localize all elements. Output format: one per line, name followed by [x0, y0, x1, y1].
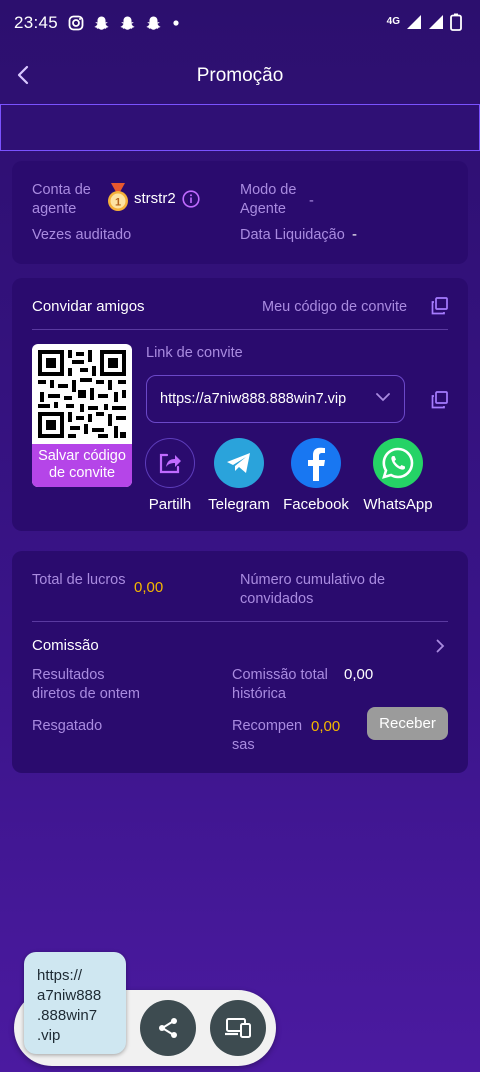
share-nodes-icon [159, 1018, 177, 1038]
qr-code-image [38, 350, 126, 438]
status-bar: 23:45 4G [0, 0, 480, 46]
snapchat-icon [94, 16, 109, 30]
network-type: 4G [386, 16, 400, 27]
signal-icon [429, 15, 443, 29]
invite-title: Convidar amigos [32, 298, 145, 315]
signal-icon [407, 15, 421, 29]
banner-area [0, 104, 480, 151]
receive-button[interactable]: Receber [367, 707, 448, 740]
battery-icon [450, 13, 462, 31]
whatsapp-icon [373, 438, 423, 488]
direct-results-label: Resultados diretos de ontem [32, 667, 141, 702]
share-option-telegram[interactable]: Telegram [200, 438, 278, 513]
copy-icon[interactable] [431, 297, 449, 315]
snapchat-icon [120, 16, 135, 30]
page-title: Promoção [196, 65, 284, 86]
facebook-icon [291, 438, 341, 488]
settlement-date-value: - [352, 226, 357, 243]
clipboard-preview[interactable]: https:// a7niw888 .888win7 .vip [24, 952, 126, 1054]
agent-account-label: Conta de agente [32, 182, 91, 217]
chevron-down-icon [376, 393, 390, 402]
share-option-label: Facebook [283, 496, 349, 513]
svg-text:1: 1 [115, 197, 121, 209]
invite-link-value: https://a7niw888.888win7.vip [160, 391, 347, 407]
app-header: Promoção [0, 50, 480, 102]
rewards-label: Recompen sas [232, 718, 303, 753]
agent-info-card: Conta de agente 1 strstr2 Modo de Agente… [12, 161, 468, 264]
commission-row[interactable]: Comissão [12, 626, 468, 664]
info-icon[interactable] [182, 190, 200, 208]
total-profit-label: Total de lucros [32, 572, 126, 588]
share-option-partilh[interactable]: Partilh [131, 438, 209, 513]
status-time: 23:45 [14, 13, 59, 32]
audited-count-label: Vezes auditado [32, 227, 132, 243]
commission-label: Comissão [32, 637, 99, 654]
agent-mode-label: Modo de Agente [240, 182, 297, 217]
rewards-value: 0,00 [311, 718, 341, 735]
qr-code-box: Salvar código de convite [32, 344, 132, 487]
share-fab-button[interactable] [140, 1000, 196, 1056]
agent-name: strstr2 [134, 190, 176, 207]
share-option-label: Partilh [148, 496, 192, 513]
telegram-icon [214, 438, 264, 488]
cumulative-invites-label: Número cumulativo de convidados [240, 572, 386, 607]
total-commission-label: Comissão total histórica [232, 667, 328, 702]
copy-link-icon[interactable] [431, 391, 449, 409]
save-qr-button[interactable]: Salvar código de convite [32, 444, 132, 487]
share-option-facebook[interactable]: Facebook [277, 438, 355, 513]
agent-mode-value: - [309, 193, 314, 209]
invite-link-select[interactable]: https://a7niw888.888win7.vip [146, 375, 405, 423]
my-invite-code-label: Meu código de convite [262, 299, 408, 315]
share-option-label: WhatsApp [363, 496, 433, 513]
devices-icon [225, 1018, 251, 1038]
earnings-card: Total de lucros 0,00 Número cumulativo d… [12, 551, 468, 773]
share-icon [145, 438, 195, 488]
medal-icon: 1 [108, 183, 128, 211]
invite-card: Convidar amigos Meu código de convite Sa… [12, 278, 468, 531]
devices-fab-button[interactable] [210, 1000, 266, 1056]
divider [32, 621, 448, 622]
dot-icon [173, 20, 179, 26]
total-commission-value: 0,00 [344, 666, 374, 683]
instagram-icon [68, 15, 84, 31]
invite-link-label: Link de convite [146, 345, 243, 361]
total-profit-value: 0,00 [134, 579, 164, 596]
redeemed-label: Resgatado [32, 718, 103, 734]
snapchat-icon [146, 16, 161, 30]
share-option-label: Telegram [208, 496, 270, 513]
back-button[interactable] [8, 60, 38, 90]
share-option-whatsapp[interactable]: WhatsApp [359, 438, 437, 513]
chevron-right-icon [436, 639, 445, 653]
chevron-left-icon [17, 65, 29, 85]
settlement-date-label: Data Liquidação [240, 227, 345, 243]
divider [32, 329, 448, 330]
